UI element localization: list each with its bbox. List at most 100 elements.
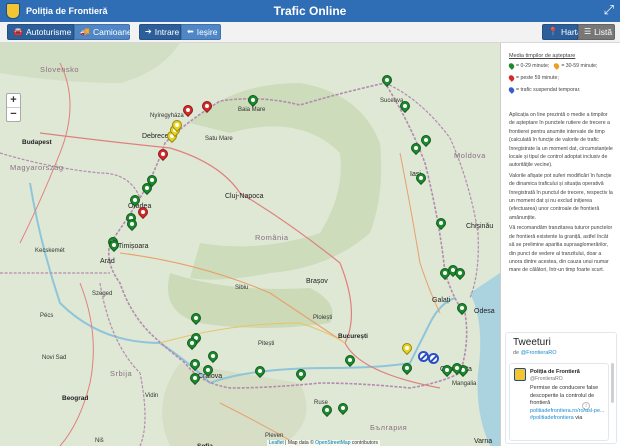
pin-center bbox=[193, 376, 197, 380]
map-place-label: Pécs bbox=[40, 313, 54, 319]
truck-icon: 🚚 bbox=[80, 27, 90, 36]
pin-center bbox=[205, 104, 209, 108]
avatar[interactable] bbox=[514, 368, 526, 381]
pin-center bbox=[460, 306, 464, 310]
border-crossing-marker-yellow[interactable] bbox=[399, 340, 415, 358]
arrow-right-icon: ➔ bbox=[145, 27, 152, 36]
expand-icon[interactable]: ⤢ bbox=[604, 3, 614, 17]
pin-center bbox=[403, 104, 407, 108]
map-place-label: Mangalia bbox=[452, 381, 477, 387]
border-crossing-marker-blue[interactable] bbox=[428, 353, 439, 364]
border-crossing-marker-green[interactable] bbox=[408, 140, 424, 158]
tweet-text: Permise de conducere false descoperite l… bbox=[530, 385, 606, 423]
border-crossing-marker-green[interactable] bbox=[433, 215, 449, 233]
toolbar: 🚘 Autoturisme 🚚 Camioane ➔ Intrare ⬅ Ieș… bbox=[0, 22, 620, 43]
legend-title: Media timpilor de așteptare bbox=[509, 53, 576, 59]
map-place-label: Cluj-Napoca bbox=[225, 193, 264, 200]
border-crossing-marker-green[interactable] bbox=[200, 362, 216, 380]
pin-center bbox=[112, 243, 116, 247]
zoom-control: + − bbox=[6, 93, 21, 122]
list-view-button[interactable]: ☰ Listă bbox=[578, 24, 615, 40]
tweet-account-name[interactable]: Poliția de Frontieră bbox=[530, 369, 580, 375]
info-paragraph-2: Valorile afișate pot suferi modificări î… bbox=[509, 172, 613, 221]
cars-label: Autoturisme bbox=[25, 27, 72, 37]
border-crossing-marker-green[interactable] bbox=[399, 360, 415, 378]
border-police-logo bbox=[6, 3, 20, 19]
border-crossing-marker-green[interactable] bbox=[184, 335, 200, 353]
pin-center bbox=[130, 222, 134, 226]
border-crossing-marker-red[interactable] bbox=[155, 146, 171, 164]
tweet-hashtag[interactable]: #politiadefrontiera bbox=[530, 415, 574, 421]
car-icon: 🚘 bbox=[13, 27, 23, 36]
map-place-label: Novi Sad bbox=[42, 355, 67, 361]
pin-center bbox=[443, 271, 447, 275]
pin-center bbox=[206, 368, 210, 372]
map-place-label: Szeged bbox=[92, 291, 113, 297]
tweets-scrollbar[interactable] bbox=[611, 363, 614, 403]
attribution-text: | Map data © bbox=[285, 440, 314, 446]
info-paragraph-3: Vă recomandăm tranzitarea tuturor puncte… bbox=[509, 225, 613, 274]
border-crossing-marker-yellow[interactable] bbox=[169, 117, 185, 135]
tweets-handle[interactable]: @FrontieraRO bbox=[521, 350, 557, 356]
border-crossing-marker-green[interactable] bbox=[187, 370, 203, 388]
tweet-card[interactable]: Poliția de Frontieră @FrontieraRO i Perm… bbox=[509, 363, 609, 441]
border-crossing-marker-green[interactable] bbox=[454, 300, 470, 318]
map-view-button[interactable]: 📍 Hartă bbox=[542, 24, 582, 40]
border-crossing-marker-red[interactable] bbox=[180, 102, 196, 120]
legend-blue-text: = trafic suspendat temporar. bbox=[516, 87, 581, 93]
list-label: Listă bbox=[594, 27, 613, 37]
map-place-label: România bbox=[255, 233, 289, 242]
border-crossing-marker-green[interactable] bbox=[245, 92, 261, 110]
yellow-pin-icon bbox=[552, 62, 561, 70]
pin-center bbox=[419, 176, 423, 180]
border-crossing-marker-green[interactable] bbox=[205, 348, 221, 366]
tweet-account-handle[interactable]: @FrontieraRO bbox=[530, 376, 563, 382]
border-crossing-marker-green[interactable] bbox=[293, 366, 309, 384]
map-place-label: Odesa bbox=[474, 308, 495, 315]
map-place-label: Magyarország bbox=[10, 163, 64, 172]
border-crossing-marker-red[interactable] bbox=[135, 204, 151, 222]
border-crossing-marker-green[interactable] bbox=[319, 402, 335, 420]
osm-link[interactable]: OpenStreetMap bbox=[315, 440, 350, 446]
info-paragraph-1: Aplicația on line prezintă o medie a tim… bbox=[509, 112, 613, 169]
legend-yellow-text: = 30-59 minute; bbox=[561, 63, 598, 69]
map-place-label: Arad bbox=[100, 258, 115, 265]
twitter-widget[interactable]: Tweeturi de @FrontieraRO Poliția de Fron… bbox=[505, 332, 617, 444]
info-panel: Media timpilor de așteptare = 0-29 minut… bbox=[500, 43, 620, 446]
border-crossing-marker-green[interactable] bbox=[413, 170, 429, 188]
border-crossing-marker-green[interactable] bbox=[379, 72, 395, 90]
zoom-out-button[interactable]: − bbox=[7, 107, 20, 121]
border-crossing-marker-green[interactable] bbox=[144, 172, 160, 190]
border-crossing-marker-green[interactable] bbox=[449, 360, 465, 378]
border-crossing-marker-red[interactable] bbox=[199, 98, 215, 116]
border-crossing-marker-green[interactable] bbox=[452, 265, 468, 283]
map-view[interactable]: + − Slovensko Magyarország Budapest Debrece… bbox=[0, 43, 500, 446]
border-crossing-marker-green[interactable] bbox=[188, 310, 204, 328]
pin-center bbox=[424, 138, 428, 142]
border-crossing-marker-green[interactable] bbox=[335, 400, 351, 418]
map-place-label: Timișoara bbox=[118, 243, 149, 250]
pin-center bbox=[193, 362, 197, 366]
pin-center bbox=[211, 354, 215, 358]
border-crossing-marker-green[interactable] bbox=[418, 132, 434, 150]
border-crossing-marker-green[interactable] bbox=[397, 98, 413, 116]
entry-filter-button[interactable]: ➔ Intrare bbox=[139, 24, 181, 40]
trucks-filter-button[interactable]: 🚚 Camioane bbox=[74, 24, 132, 40]
border-crossing-marker-green[interactable] bbox=[106, 237, 122, 255]
exit-filter-button[interactable]: ⬅ Ieșire bbox=[181, 24, 221, 40]
zoom-in-button[interactable]: + bbox=[7, 94, 20, 107]
legend-green: = 0-29 minute; = 30-59 minute; bbox=[507, 62, 598, 70]
pin-center bbox=[141, 210, 145, 214]
leaflet-link[interactable]: Leaflet bbox=[269, 440, 284, 446]
border-crossing-marker-green[interactable] bbox=[124, 216, 140, 234]
cars-filter-button[interactable]: 🚘 Autoturisme bbox=[7, 24, 74, 40]
tweet-link[interactable]: politiadefrontiera.ro/ro/asl-pe... bbox=[530, 408, 605, 414]
tweet-via: via bbox=[575, 415, 583, 421]
pin-center bbox=[405, 346, 409, 350]
map-place-label: Ploiești bbox=[313, 315, 333, 321]
trucks-label: Camioane bbox=[92, 27, 132, 37]
pin-center bbox=[405, 366, 409, 370]
border-crossing-marker-green[interactable] bbox=[252, 363, 268, 381]
map-place-label: Kecskemét bbox=[35, 248, 65, 254]
border-crossing-marker-green[interactable] bbox=[342, 352, 358, 370]
